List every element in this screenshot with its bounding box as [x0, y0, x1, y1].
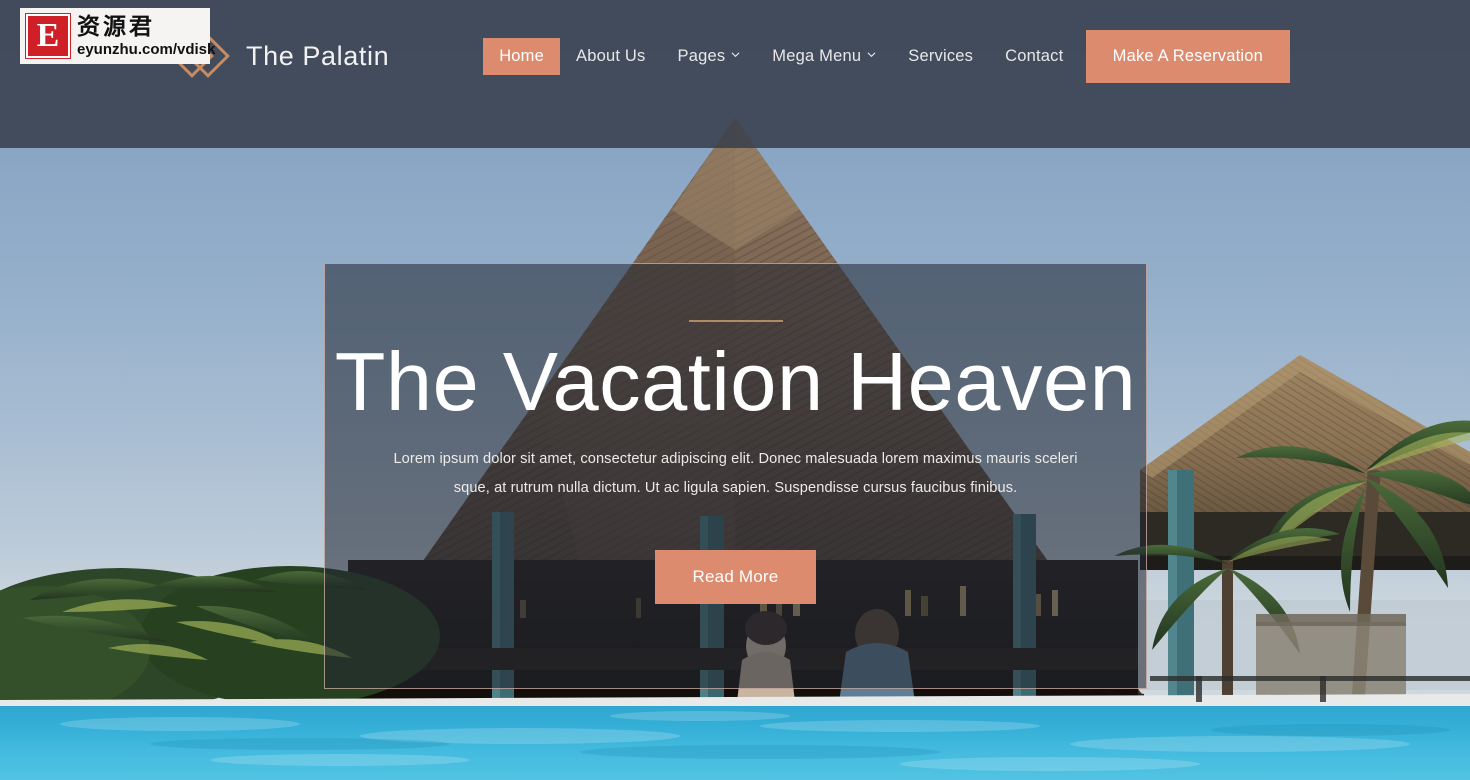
watermark-chinese-label: 资源君	[77, 13, 155, 40]
watermark-text: 资源君 eyunzhu.com/vdisk	[77, 13, 216, 58]
watermark-url: eyunzhu.com/vdisk	[77, 40, 216, 58]
nav-item-contact[interactable]: Contact	[989, 38, 1079, 75]
read-more-button[interactable]: Read More	[654, 549, 817, 604]
nav-label: About Us	[576, 46, 646, 65]
header-inner: The Palatin Home About Us Pages Mega Men…	[0, 0, 1470, 112]
watermark-logo-icon: E	[25, 13, 71, 59]
nav-label: Services	[908, 46, 974, 65]
make-reservation-button[interactable]: Make A Reservation	[1085, 29, 1290, 83]
nav-item-services[interactable]: Services	[892, 38, 989, 75]
chevron-down-icon	[867, 50, 876, 59]
nav-label: Mega Menu	[772, 46, 862, 65]
main-navigation: Home About Us Pages Mega Menu Services C…	[483, 37, 1079, 75]
nav-item-home[interactable]: Home	[483, 37, 561, 75]
nav-item-about-us[interactable]: About Us	[560, 38, 661, 75]
nav-label: Home	[499, 46, 545, 65]
nav-item-pages[interactable]: Pages	[662, 38, 757, 75]
brand-name: The Palatin	[246, 40, 390, 71]
nav-label: Contact	[1005, 46, 1064, 65]
hero-content-box: The Vacation Heaven Lorem ipsum dolor si…	[324, 263, 1147, 689]
hero-paragraph: Lorem ipsum dolor sit amet, consectetur …	[393, 451, 1078, 497]
hero-divider-rule	[688, 320, 783, 322]
nav-label: Pages	[677, 46, 726, 65]
site-header: The Palatin Home About Us Pages Mega Men…	[0, 0, 1470, 148]
chevron-down-icon	[731, 50, 740, 59]
nav-item-mega-menu[interactable]: Mega Menu	[756, 38, 892, 75]
watermark-overlay: E 资源君 eyunzhu.com/vdisk	[20, 8, 215, 64]
hero-title: The Vacation Heaven	[334, 335, 1137, 428]
